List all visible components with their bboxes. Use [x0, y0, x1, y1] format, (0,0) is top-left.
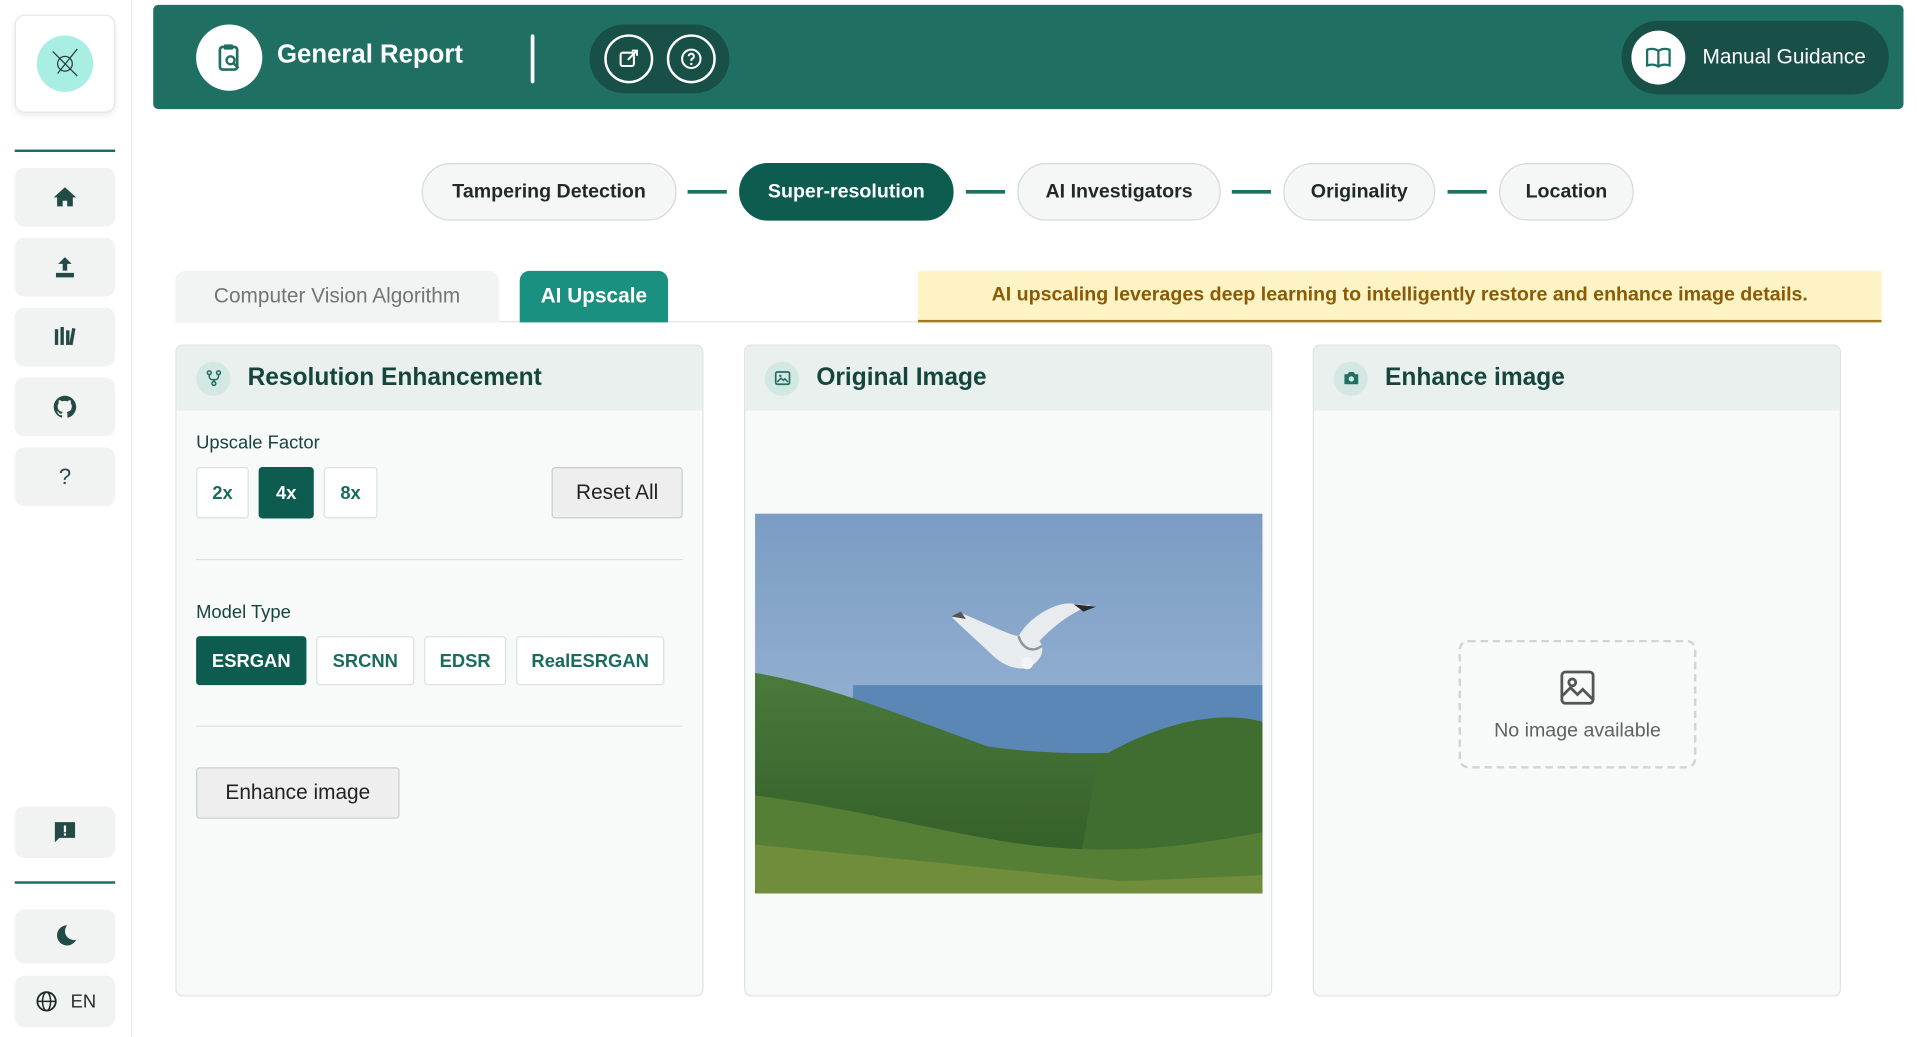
help-button[interactable]: ?: [14, 447, 116, 507]
book-icon: [1631, 30, 1686, 85]
model-realesrgan-button[interactable]: RealESRGAN: [516, 636, 665, 686]
feedback-button[interactable]: [14, 806, 116, 858]
logo-icon: [36, 35, 94, 92]
image-icon: [764, 360, 800, 396]
library-icon: [54, 326, 76, 346]
step-connector: [1231, 189, 1272, 194]
library-button[interactable]: [14, 307, 116, 367]
header-tools: [589, 24, 730, 94]
step-tampering-detection[interactable]: Tampering Detection: [421, 163, 677, 221]
globe-icon: [35, 991, 57, 1012]
model-type-label: Model Type: [196, 601, 291, 623]
reset-all-button[interactable]: Reset All: [551, 466, 683, 519]
step-connector: [687, 189, 727, 194]
step-ai-investigators[interactable]: AI Investigators: [1017, 163, 1221, 221]
divider: [196, 558, 683, 561]
sidebar-divider: [14, 149, 116, 152]
help-icon: ?: [58, 463, 72, 489]
app-logo[interactable]: [14, 14, 116, 113]
panel-header: Original Image: [745, 345, 1272, 411]
panel-title: Original Image: [816, 364, 987, 391]
branch-icon: [196, 360, 231, 396]
report-icon: [196, 24, 263, 91]
tab-ai-upscale[interactable]: AI Upscale: [519, 270, 669, 323]
manual-guidance-label: Manual Guidance: [1702, 45, 1866, 69]
export-icon: [618, 49, 638, 68]
language-label: EN: [70, 990, 97, 1012]
upload-button[interactable]: [14, 237, 116, 297]
help-circle-button[interactable]: [666, 34, 716, 84]
divider: [196, 725, 683, 727]
model-srcnn-button[interactable]: SRCNN: [316, 636, 415, 686]
enhance-image-panel: Enhance image No image available: [1312, 344, 1842, 997]
home-icon: [53, 187, 77, 207]
header-divider: [530, 34, 535, 84]
factor-2x-button[interactable]: 2x: [196, 466, 249, 519]
tab-computer-vision[interactable]: Computer Vision Algorithm: [175, 270, 499, 323]
empty-message: No image available: [1494, 720, 1661, 741]
top-bar: General Report Manual Guidance: [153, 4, 1904, 110]
upload-icon: [55, 257, 74, 278]
page-title: General Report: [277, 40, 463, 69]
sidebar-divider: [14, 881, 116, 884]
panel-header: Resolution Enhancement: [176, 345, 703, 411]
factor-8x-button[interactable]: 8x: [323, 466, 378, 519]
github-icon: [53, 395, 77, 418]
step-connector: [1447, 189, 1487, 194]
info-banner: AI upscaling leverages deep learning to …: [918, 270, 1882, 323]
step-location[interactable]: Location: [1499, 163, 1634, 221]
home-button[interactable]: [14, 167, 116, 227]
camera-icon: [1333, 360, 1368, 396]
step-super-resolution[interactable]: Super-resolution: [739, 163, 954, 221]
export-button[interactable]: [603, 34, 653, 84]
model-esrgan-button[interactable]: ESRGAN: [196, 636, 307, 686]
upscale-factor-label: Upscale Factor: [196, 432, 320, 454]
original-image-panel: Original Image: [743, 344, 1273, 997]
empty-image-placeholder: No image available: [1458, 639, 1697, 769]
help-circle-icon: [680, 48, 701, 70]
moon-icon: [57, 925, 77, 946]
image-placeholder-icon: [1560, 669, 1595, 705]
resolution-enhancement-panel: Resolution Enhancement Upscale Factor 2x…: [175, 344, 704, 997]
feedback-icon: [54, 822, 76, 843]
enhance-image-button[interactable]: Enhance image: [196, 767, 400, 819]
panel-title: Resolution Enhancement: [247, 364, 542, 391]
dark-mode-toggle[interactable]: [14, 909, 116, 964]
factor-4x-button[interactable]: 4x: [258, 466, 314, 519]
manual-guidance-button[interactable]: Manual Guidance: [1621, 20, 1889, 95]
panel-header: Enhance image: [1313, 345, 1840, 411]
step-originality[interactable]: Originality: [1283, 163, 1436, 221]
step-connector: [965, 189, 1006, 194]
model-edsr-button[interactable]: EDSR: [424, 636, 507, 686]
sidebar: ? EN: [0, 0, 133, 1037]
language-switcher[interactable]: EN: [14, 975, 116, 1028]
github-button[interactable]: [14, 377, 116, 437]
panel-title: Enhance image: [1385, 364, 1565, 391]
original-photo: [755, 513, 1263, 894]
